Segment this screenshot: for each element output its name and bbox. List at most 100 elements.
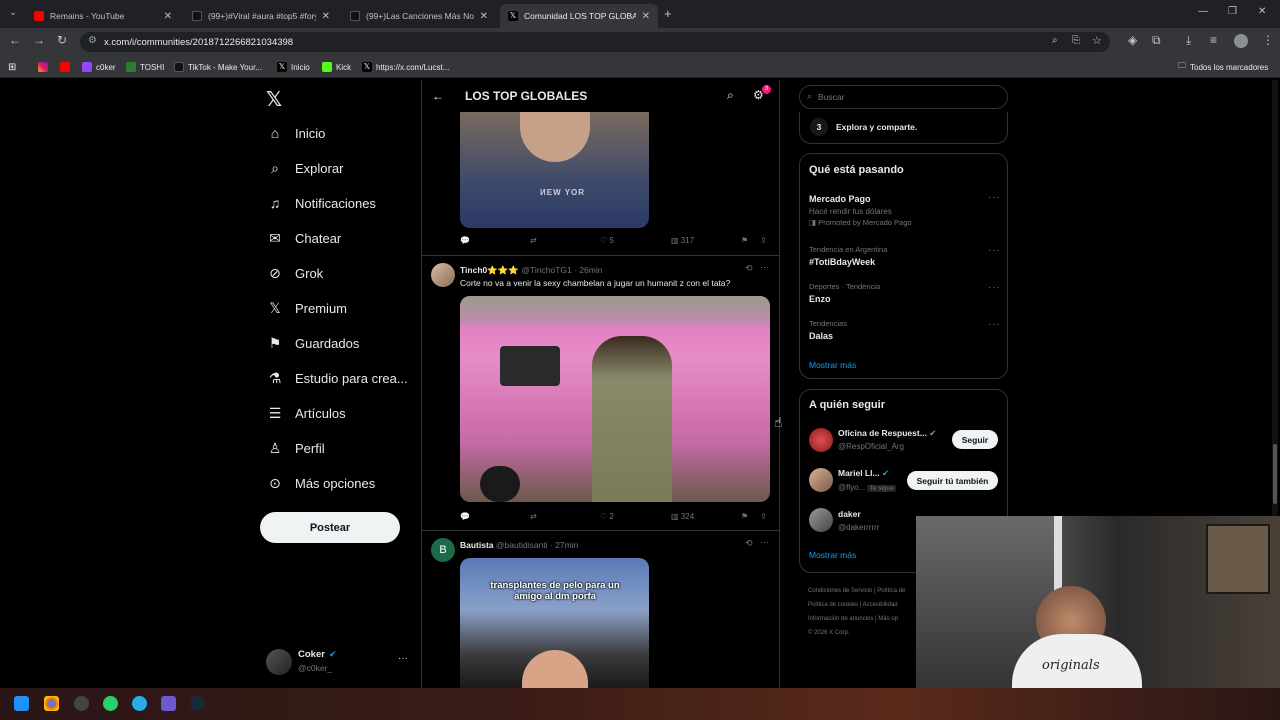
post-image[interactable]: transplantes de pelo para un amigo al dm… [460,558,649,688]
tab-youtube[interactable]: Remains - YouTube ✕ [26,4,180,28]
more-icon[interactable]: ··· [988,319,1001,330]
sidebar-item-inicio[interactable]: ⌂ Inicio [266,124,326,142]
sidebar-item-perfil[interactable]: ♙ Perfil [266,439,325,457]
repost-icon[interactable]: ⇄ [530,512,537,521]
star-icon[interactable]: ☆ [1092,34,1102,47]
repost-icon[interactable]: ⇄ [530,236,537,245]
bookmark-x-lucst[interactable]: 𝕏https://x.com/Lucst... [362,60,449,74]
author-name[interactable]: Bautista [460,540,494,550]
sidebar-item-chatear[interactable]: ✉ Chatear [266,229,341,247]
reply-icon[interactable]: 💬 [460,512,470,521]
whatsapp-icon[interactable] [103,696,118,711]
minimize-icon[interactable]: — [1198,6,1208,17]
author-name[interactable]: Tinch0⭐⭐⭐ [460,265,519,275]
new-tab-icon[interactable]: + [664,6,672,21]
avatar[interactable]: B [431,538,455,562]
show-more-link[interactable]: Mostrar más [809,360,856,370]
trend-item[interactable]: Tendencias Dalas [809,319,847,341]
tab-tiktok-2[interactable]: (99+)Las Canciones Más Nonch ✕ [342,4,496,28]
trend-item[interactable]: Tendencia en Argentina #TotiBdayWeek [809,245,887,267]
follow-button[interactable]: Seguir [952,430,998,449]
close-icon[interactable]: ✕ [642,11,650,22]
share-icon[interactable]: ⇪ [760,512,767,521]
telegram-icon[interactable] [132,696,147,711]
footer-link[interactable]: Más op [878,616,898,622]
footer-link[interactable]: Condiciones de Servicio [808,588,872,594]
show-more-link[interactable]: Mostrar más [809,550,856,560]
post-image[interactable]: ИEW YOR [460,112,649,228]
back-icon[interactable]: ← [9,33,21,47]
chrome-icon[interactable] [44,696,59,711]
bookmark-c0ker[interactable]: c0ker [82,60,116,74]
search-input[interactable]: ⌕ Buscar [799,85,1008,109]
shield-icon[interactable]: ◈ [1128,33,1137,47]
search-icon[interactable]: ⌕ [727,88,734,103]
reply-icon[interactable]: 💬 [460,236,470,245]
bookmark-icon[interactable]: ⚑ [741,236,748,245]
sidebar-item-explorar[interactable]: ⌕ Explorar [266,159,343,177]
tab-tiktok-1[interactable]: (99+)#Viral #aura #top5 #foryo ✕ [184,4,338,28]
tab-x-community[interactable]: 𝕏 Comunidad LOS TOP GLOBALES ✕ [500,4,658,28]
install-icon[interactable]: ⎘ [1072,35,1080,46]
account-switcher[interactable]: Coker ✔ @c0ker_ ··· [266,647,416,677]
footer-link[interactable]: Política de cookies [808,602,858,608]
download-icon[interactable]: ⤓ [1186,33,1191,48]
close-icon[interactable]: ✕ [480,11,488,22]
bookmark-inicio[interactable]: 𝕏 Inicio [277,60,310,74]
menu-icon[interactable]: ⋮ [1262,33,1274,47]
obs-icon[interactable] [74,696,89,711]
x-logo-icon[interactable]: 𝕏 [266,87,282,112]
profile-avatar[interactable] [1234,34,1248,48]
back-arrow-icon[interactable]: ← [432,89,444,103]
tab-search-icon[interactable]: ⌄ [6,7,20,21]
grok-icon[interactable]: ⟲ [745,263,753,274]
sidebar-item-notificaciones[interactable]: ♫ Notificaciones [266,194,376,212]
bookmark-tiktok[interactable]: TikTok - Make Your... [174,60,262,74]
avatar[interactable] [809,428,833,452]
sidebar-item-grok[interactable]: ⊘ Grok [266,264,323,282]
avatar[interactable] [809,508,833,532]
sidebar-item-premium[interactable]: 𝕏 Premium [266,299,347,317]
post-button[interactable]: Postear [260,512,400,543]
all-bookmarks[interactable]: 🗀 Todos los marcadores [1178,60,1268,74]
apps-icon[interactable]: ⊞ [8,60,16,74]
sidebar-item-mas-opciones[interactable]: ⊙ Más opciones [266,474,375,492]
trend-item[interactable]: Mercado Pago Hacé rendir tus dólares ◨ P… [809,194,999,227]
avatar[interactable] [809,468,833,492]
grok-icon[interactable]: ⟲ [745,538,753,549]
close-icon[interactable]: ✕ [164,11,172,22]
extensions-icon[interactable]: ⧉ [1152,33,1161,48]
follow-name[interactable]: daker [838,509,861,519]
sidebar-item-articulos[interactable]: ☰ Artículos [266,404,346,422]
restore-icon[interactable]: ❐ [1228,6,1237,17]
scrollbar-thumb[interactable] [1273,444,1277,504]
window-close-icon[interactable]: ✕ [1258,6,1266,17]
avatar[interactable] [431,263,455,287]
more-icon[interactable]: ··· [398,653,408,664]
more-icon[interactable]: ··· [760,537,769,547]
views-button[interactable]: ▥ 324 [671,512,694,521]
share-icon[interactable]: ⇪ [760,236,767,245]
follow-back-button[interactable]: Seguir tú también [907,471,998,490]
more-icon[interactable]: ··· [988,192,1001,203]
footer-link[interactable]: Política de [877,588,905,594]
sidebar-item-guardados[interactable]: ⚑ Guardados [266,334,360,352]
more-icon[interactable]: ··· [988,245,1001,256]
instagram-bookmark[interactable] [38,60,52,74]
footer-link[interactable]: Accesibilidad [863,602,898,608]
sidebar-item-estudio[interactable]: ⚗ Estudio para crea... [266,369,408,387]
bookmark-kick[interactable]: Kick [322,60,351,74]
zoom-icon[interactable]: ⌕ [1052,35,1058,46]
like-button[interactable]: ♡ 2 [600,512,614,521]
footer-link[interactable]: Información de anuncios [808,616,873,622]
close-icon[interactable]: ✕ [322,11,330,22]
more-icon[interactable]: ··· [988,282,1001,293]
youtube-bookmark[interactable] [60,60,74,74]
address-bar[interactable]: ⚙ x.com/i/communities/201871226682103439… [80,32,1110,52]
media-icon[interactable]: ≡ [1210,33,1217,47]
reload-icon[interactable]: ↻ [57,33,67,47]
post-image[interactable] [460,296,770,502]
more-icon[interactable]: ··· [760,262,769,272]
bookmark-toshi[interactable]: TOSHI [126,60,164,74]
like-button[interactable]: ♡ 5 [600,236,614,245]
